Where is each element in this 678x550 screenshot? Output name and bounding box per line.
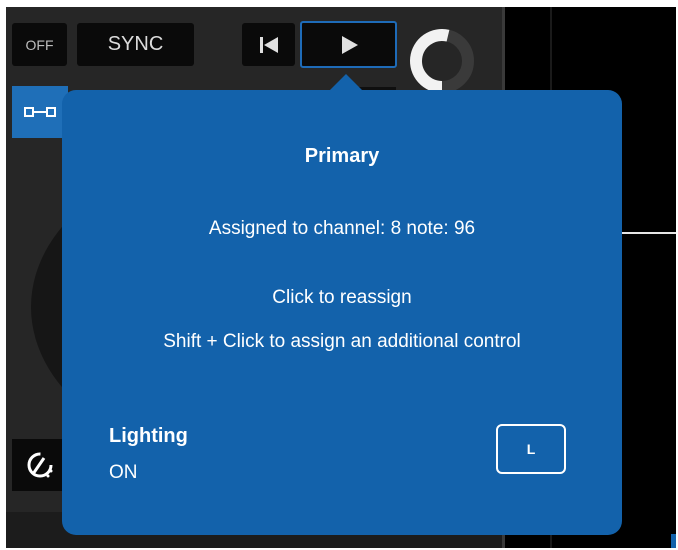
pitch-dial-icon bbox=[27, 452, 53, 478]
tooltip-title: Primary bbox=[304, 145, 380, 167]
skip-to-start-button[interactable] bbox=[242, 23, 295, 66]
pitch-button[interactable] bbox=[12, 439, 68, 491]
skip-to-start-icon bbox=[259, 36, 278, 53]
sync-button[interactable]: SYNC bbox=[77, 23, 194, 66]
tooltip-arrow bbox=[329, 74, 363, 91]
lighting-value: ON bbox=[109, 462, 138, 483]
mapping-tooltip: Primary Assigned to channel: 8 note: 96 … bbox=[62, 90, 622, 535]
play-button[interactable] bbox=[300, 21, 397, 68]
lighting-key-button[interactable]: L bbox=[496, 424, 566, 474]
link-icon bbox=[24, 107, 56, 117]
key-label: L bbox=[526, 441, 536, 457]
sync-label: SYNC bbox=[107, 33, 164, 55]
play-icon bbox=[341, 35, 358, 54]
link-button[interactable] bbox=[12, 86, 68, 138]
gain-knob[interactable] bbox=[408, 27, 476, 95]
assignment-text: Assigned to channel: 8 note: 96 bbox=[208, 218, 476, 239]
off-label: OFF bbox=[25, 36, 54, 53]
off-button[interactable]: OFF bbox=[12, 23, 67, 66]
additional-assign-hint: Shift + Click to assign an additional co… bbox=[163, 331, 521, 352]
reassign-hint: Click to reassign bbox=[272, 287, 412, 308]
edge-indicator bbox=[671, 534, 676, 548]
lighting-label: Lighting bbox=[109, 425, 188, 447]
